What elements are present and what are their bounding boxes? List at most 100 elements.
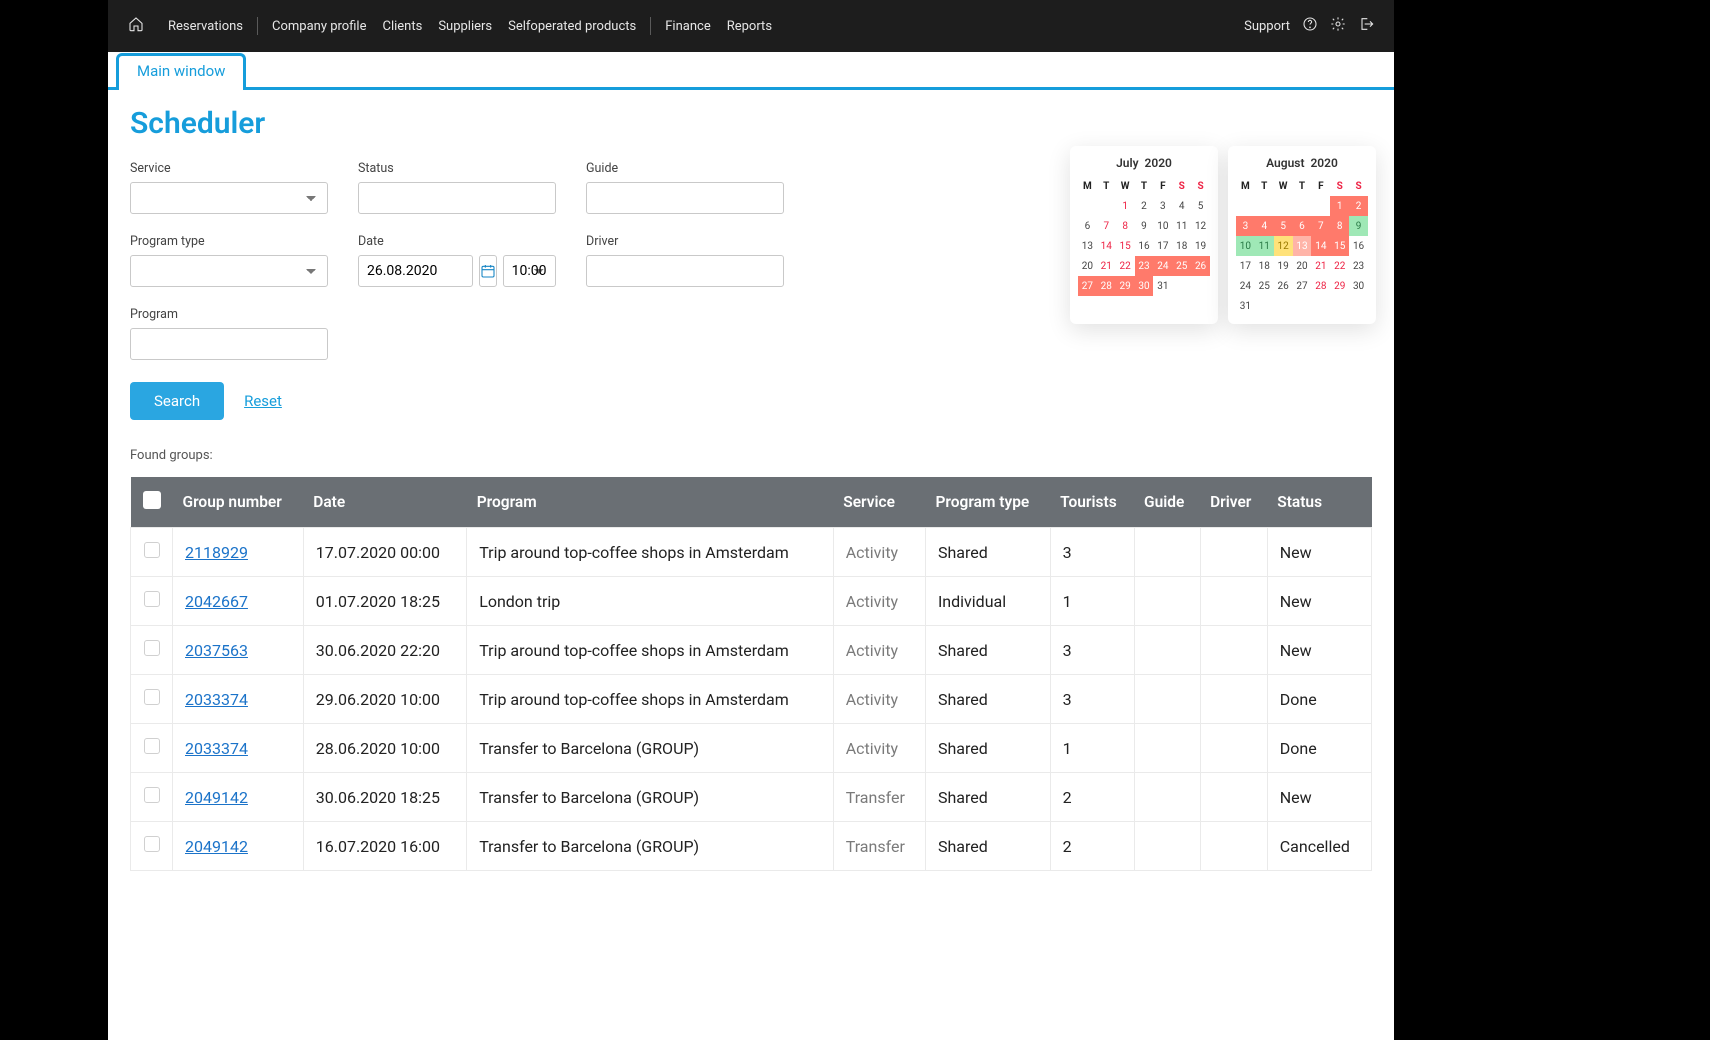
calendar-day[interactable]: 7 xyxy=(1097,216,1116,236)
calendar-day[interactable]: 16 xyxy=(1349,236,1368,256)
row-checkbox[interactable] xyxy=(144,836,160,852)
nav-reservations[interactable]: Reservations xyxy=(160,19,251,34)
calendar-day[interactable]: 19 xyxy=(1191,236,1210,256)
calendar-day[interactable]: 6 xyxy=(1293,216,1312,236)
row-checkbox[interactable] xyxy=(144,640,160,656)
calendar-day[interactable]: 4 xyxy=(1255,216,1274,236)
calendar-day[interactable]: 18 xyxy=(1255,256,1274,276)
calendar-day[interactable]: 5 xyxy=(1191,196,1210,216)
calendar-icon[interactable] xyxy=(479,255,497,287)
calendar-day[interactable]: 24 xyxy=(1153,256,1172,276)
calendar-day[interactable]: 21 xyxy=(1311,256,1330,276)
calendar-day[interactable]: 30 xyxy=(1135,276,1154,296)
calendar-day[interactable]: 24 xyxy=(1236,276,1255,296)
calendar-day[interactable]: 14 xyxy=(1097,236,1116,256)
group-link[interactable]: 2118929 xyxy=(185,543,248,562)
group-link[interactable]: 2049142 xyxy=(185,788,248,807)
calendar-day[interactable]: 20 xyxy=(1293,256,1312,276)
nav-clients[interactable]: Clients xyxy=(374,19,430,34)
calendar-day[interactable]: 23 xyxy=(1135,256,1154,276)
program-type-select[interactable] xyxy=(130,255,328,287)
nav-support[interactable]: Support xyxy=(1244,19,1290,34)
nav-suppliers[interactable]: Suppliers xyxy=(430,19,500,34)
nav-reports[interactable]: Reports xyxy=(719,19,780,34)
calendar-day[interactable]: 5 xyxy=(1274,216,1293,236)
status-input[interactable] xyxy=(358,182,556,214)
calendar-day[interactable]: 25 xyxy=(1172,256,1191,276)
group-link[interactable]: 2033374 xyxy=(185,739,248,758)
calendar-day[interactable]: 26 xyxy=(1274,276,1293,296)
calendar-day[interactable]: 27 xyxy=(1293,276,1312,296)
help-icon[interactable] xyxy=(1302,16,1318,36)
calendar-day[interactable]: 2 xyxy=(1135,196,1154,216)
calendar-day[interactable]: 25 xyxy=(1255,276,1274,296)
calendar-day[interactable]: 28 xyxy=(1097,276,1116,296)
guide-input[interactable] xyxy=(586,182,784,214)
calendar-day[interactable]: 11 xyxy=(1255,236,1274,256)
calendar-day[interactable]: 26 xyxy=(1191,256,1210,276)
calendar-day[interactable]: 18 xyxy=(1172,236,1191,256)
select-all-checkbox[interactable] xyxy=(143,491,161,509)
calendar-day[interactable]: 22 xyxy=(1330,256,1349,276)
row-checkbox[interactable] xyxy=(144,542,160,558)
calendar-day[interactable]: 15 xyxy=(1330,236,1349,256)
calendar-day[interactable]: 20 xyxy=(1078,256,1097,276)
row-checkbox[interactable] xyxy=(144,738,160,754)
calendar-day[interactable]: 13 xyxy=(1293,236,1312,256)
calendar-day[interactable]: 1 xyxy=(1116,196,1135,216)
reset-link[interactable]: Reset xyxy=(244,392,282,410)
calendar-day[interactable]: 2 xyxy=(1349,196,1368,216)
calendar-day[interactable]: 31 xyxy=(1153,276,1172,296)
calendar-day[interactable]: 13 xyxy=(1078,236,1097,256)
calendar-day[interactable]: 15 xyxy=(1116,236,1135,256)
calendar-day[interactable]: 22 xyxy=(1116,256,1135,276)
calendar-day[interactable]: 12 xyxy=(1191,216,1210,236)
logout-icon[interactable] xyxy=(1358,16,1374,36)
calendar-day[interactable]: 3 xyxy=(1153,196,1172,216)
calendar-day[interactable]: 17 xyxy=(1236,256,1255,276)
group-link[interactable]: 2037563 xyxy=(185,641,248,660)
nav-company-profile[interactable]: Company profile xyxy=(264,19,374,34)
date-input[interactable] xyxy=(358,255,473,287)
calendar-day[interactable]: 9 xyxy=(1349,216,1368,236)
calendar-day[interactable]: 29 xyxy=(1330,276,1349,296)
gear-icon[interactable] xyxy=(1330,16,1346,36)
nav-finance[interactable]: Finance xyxy=(657,19,718,34)
calendar-day[interactable]: 23 xyxy=(1349,256,1368,276)
calendar-day[interactable]: 9 xyxy=(1135,216,1154,236)
group-link[interactable]: 2042667 xyxy=(185,592,248,611)
calendar-day[interactable]: 8 xyxy=(1330,216,1349,236)
group-link[interactable]: 2033374 xyxy=(185,690,248,709)
calendar-day[interactable]: 21 xyxy=(1097,256,1116,276)
calendar-day[interactable]: 29 xyxy=(1116,276,1135,296)
calendar-day[interactable]: 12 xyxy=(1274,236,1293,256)
calendar-day[interactable]: 14 xyxy=(1311,236,1330,256)
calendar-day[interactable]: 19 xyxy=(1274,256,1293,276)
calendar-day[interactable]: 6 xyxy=(1078,216,1097,236)
service-select[interactable] xyxy=(130,182,328,214)
calendar-day[interactable]: 1 xyxy=(1330,196,1349,216)
row-checkbox[interactable] xyxy=(144,591,160,607)
home-icon[interactable] xyxy=(128,16,144,36)
nav-selfoperated-products[interactable]: Selfoperated products xyxy=(500,19,644,34)
search-button[interactable]: Search xyxy=(130,382,224,420)
calendar-day[interactable]: 28 xyxy=(1311,276,1330,296)
calendar-day[interactable]: 10 xyxy=(1236,236,1255,256)
calendar-day[interactable]: 16 xyxy=(1135,236,1154,256)
group-link[interactable]: 2049142 xyxy=(185,837,248,856)
calendar-day[interactable]: 4 xyxy=(1172,196,1191,216)
calendar-day[interactable]: 31 xyxy=(1236,296,1255,316)
time-select[interactable]: 10:00 xyxy=(503,255,556,287)
calendar-day[interactable]: 7 xyxy=(1311,216,1330,236)
calendar-day[interactable]: 11 xyxy=(1172,216,1191,236)
calendar-day[interactable]: 30 xyxy=(1349,276,1368,296)
row-checkbox[interactable] xyxy=(144,689,160,705)
calendar-day[interactable]: 27 xyxy=(1078,276,1097,296)
driver-input[interactable] xyxy=(586,255,784,287)
program-input[interactable] xyxy=(130,328,328,360)
row-checkbox[interactable] xyxy=(144,787,160,803)
calendar-day[interactable]: 10 xyxy=(1153,216,1172,236)
tab-main-window[interactable]: Main window xyxy=(116,53,246,90)
calendar-day[interactable]: 8 xyxy=(1116,216,1135,236)
calendar-day[interactable]: 17 xyxy=(1153,236,1172,256)
